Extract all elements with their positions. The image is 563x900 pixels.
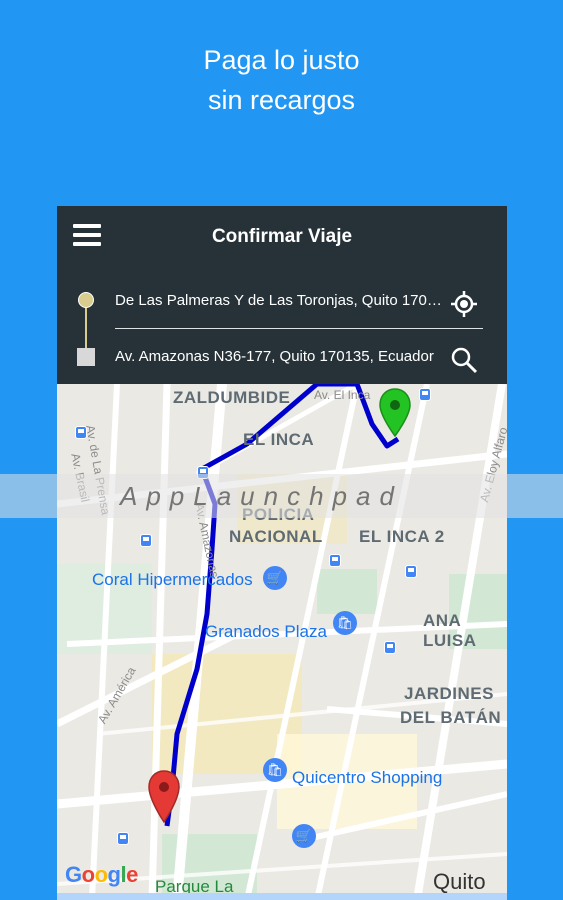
- map-label-zaldumbide: ZALDUMBIDE: [173, 388, 291, 407]
- watermark-text: AppLaunchpad: [120, 481, 403, 511]
- promo-headline: Paga lo justo sin recargos: [0, 40, 563, 120]
- shopping-cart-icon[interactable]: 🛒: [263, 566, 287, 590]
- map-label-ana-luisa: ANA LUISA: [423, 611, 477, 650]
- bus-stop-icon: [117, 832, 129, 845]
- headline-line-1: Paga lo justo: [203, 45, 360, 75]
- poi-coral-hipermercados[interactable]: Coral Hipermercados: [92, 570, 253, 590]
- bus-stop-icon: [384, 641, 396, 654]
- shopping-bag-icon[interactable]: 🛍: [263, 758, 287, 782]
- poi-quicentro-shopping[interactable]: Quicentro Shopping: [292, 768, 442, 788]
- destination-marker-icon: [77, 348, 95, 366]
- bus-stop-icon: [419, 388, 431, 401]
- google-logo: Google: [65, 862, 138, 887]
- search-icon[interactable]: [450, 346, 478, 374]
- watermark-band: AppLaunchpad: [0, 474, 563, 518]
- poi-granados-plaza[interactable]: Granados Plaza: [205, 622, 327, 642]
- crosshair-location-icon[interactable]: [450, 290, 478, 318]
- destination-pin-icon[interactable]: [148, 770, 180, 824]
- screen-title: Confirmar Viaje: [211, 226, 353, 247]
- bus-stop-icon: [405, 565, 417, 578]
- bus-stop-icon: [329, 554, 341, 567]
- map-label-quito: Quito: [433, 869, 486, 894]
- bottom-strip: [57, 893, 507, 900]
- route-map[interactable]: ZALDUMBIDE EL INCA POLICIA NACIONAL EL I…: [57, 384, 507, 900]
- route-connector: [85, 308, 87, 348]
- phone-screen: Confirmar Viaje De Las Palmeras Y de Las…: [57, 206, 507, 900]
- hamburger-icon[interactable]: [73, 224, 101, 248]
- shopping-cart-icon[interactable]: 🛒: [292, 824, 316, 848]
- destination-address-field[interactable]: Av. Amazonas N36-177, Quito 170135, Ecua…: [115, 348, 445, 365]
- shopping-bag-icon[interactable]: 🛍: [333, 611, 357, 635]
- map-label-nacional: NACIONAL: [229, 527, 323, 546]
- map-label-del-batan: DEL BATÁN: [400, 708, 502, 727]
- street-av-el-inca: Av. El Inca: [314, 388, 371, 402]
- map-label-jardines: JARDINES: [404, 684, 494, 703]
- headline-line-2: sin recargos: [207, 85, 356, 115]
- field-divider: [115, 328, 483, 329]
- origin-address-field[interactable]: De Las Palmeras Y de Las Toronjas, Quito…: [115, 292, 445, 309]
- app-toolbar: Confirmar Viaje: [57, 206, 507, 268]
- origin-marker-icon: [78, 292, 94, 308]
- map-label-el-inca-2: EL INCA 2: [359, 527, 445, 546]
- bus-stop-icon: [140, 534, 152, 547]
- origin-pin-icon[interactable]: [379, 388, 411, 438]
- bus-stop-icon: [75, 426, 87, 439]
- route-panel: De Las Palmeras Y de Las Toronjas, Quito…: [57, 268, 507, 384]
- map-label-el-inca: EL INCA: [243, 430, 315, 449]
